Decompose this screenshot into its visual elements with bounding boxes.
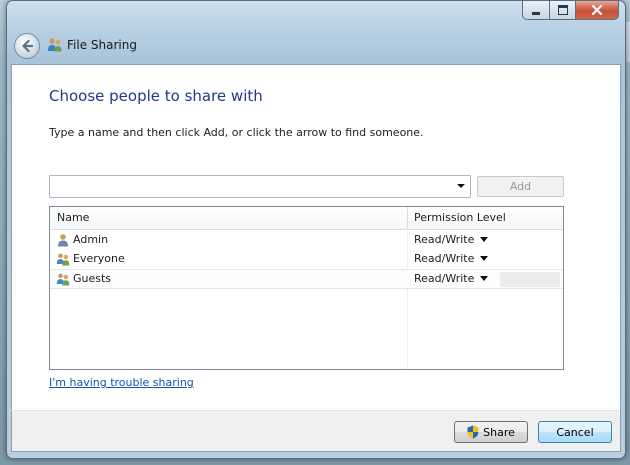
window-title: File Sharing <box>67 38 137 52</box>
trouble-sharing-link[interactable]: I'm having trouble sharing <box>49 376 194 389</box>
list-row-everyone[interactable]: Everyone Read/Write <box>50 250 563 269</box>
group-icon <box>56 273 70 286</box>
instructions-text: Type a name and then click Add, or click… <box>49 126 424 139</box>
row-name: Everyone <box>73 252 125 265</box>
column-header-name[interactable]: Name <box>57 207 89 229</box>
maximize-button[interactable] <box>550 1 576 20</box>
close-button[interactable] <box>576 1 619 20</box>
name-combobox[interactable] <box>49 175 471 198</box>
row-action-area[interactable] <box>500 272 560 287</box>
list-row-admin[interactable]: Admin Read/Write <box>50 231 563 250</box>
cancel-button[interactable]: Cancel <box>538 421 612 443</box>
sharing-list: Name Permission Level Admin Read/Write E… <box>49 206 564 370</box>
content-panel: Choose people to share with Type a name … <box>11 64 621 411</box>
dropdown-arrow-icon[interactable] <box>480 276 489 281</box>
list-header: Name Permission Level <box>50 207 563 230</box>
row-name: Admin <box>73 233 109 246</box>
list-row-guests[interactable]: Guests Read/Write <box>50 269 563 289</box>
back-button[interactable] <box>14 33 40 59</box>
permission-dropdown[interactable]: Read/Write <box>414 272 489 285</box>
permission-value: Read/Write <box>414 252 475 265</box>
minimize-icon <box>532 11 540 15</box>
dropdown-arrow-icon[interactable] <box>480 237 489 242</box>
row-name: Guests <box>73 272 112 285</box>
page-title: Choose people to share with <box>49 87 263 105</box>
column-divider <box>407 207 408 229</box>
caption-buttons <box>522 1 619 20</box>
share-button-label: Share <box>483 425 515 439</box>
permission-dropdown[interactable]: Read/Write <box>414 252 489 265</box>
name-input[interactable] <box>52 178 446 196</box>
back-arrow-icon <box>22 39 34 53</box>
maximize-icon <box>557 5 568 15</box>
group-icon <box>56 253 70 266</box>
minimize-button[interactable] <box>522 1 550 20</box>
dropdown-arrow-icon[interactable] <box>480 256 489 261</box>
add-button[interactable]: Add <box>477 176 564 197</box>
file-sharing-dialog: File Sharing Choose people to share with… <box>6 0 626 459</box>
close-icon <box>592 5 602 15</box>
dropdown-arrow-icon[interactable] <box>457 184 465 188</box>
column-header-permission[interactable]: Permission Level <box>414 207 506 229</box>
permission-value: Read/Write <box>414 233 475 246</box>
dialog-footer: Share Cancel <box>11 411 621 452</box>
uac-shield-icon <box>467 425 479 439</box>
share-button[interactable]: Share <box>454 421 528 443</box>
permission-dropdown[interactable]: Read/Write <box>414 233 489 246</box>
file-sharing-icon <box>48 38 62 52</box>
user-icon <box>58 234 68 247</box>
permission-value: Read/Write <box>414 272 475 285</box>
